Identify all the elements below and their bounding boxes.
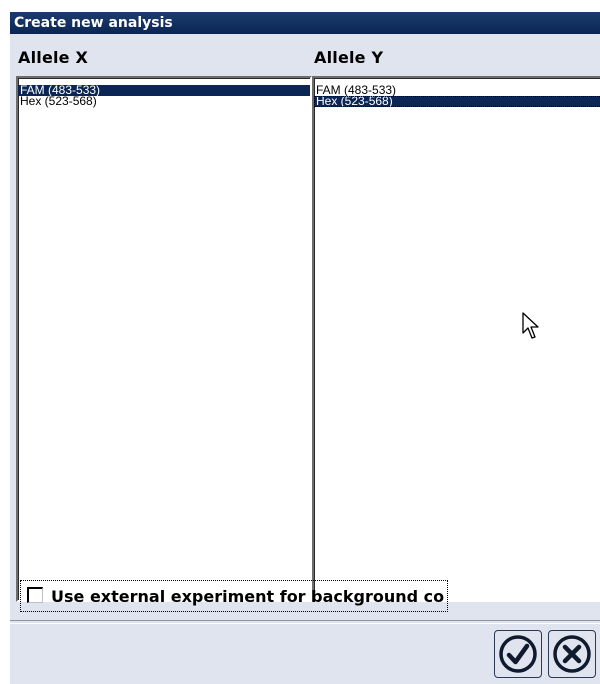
create-analysis-dialog: Allele X Allele Y FAM (483-533) Hex (523… bbox=[10, 34, 600, 684]
ok-button[interactable] bbox=[494, 630, 542, 678]
allele-x-item-hex[interactable]: Hex (523-568) bbox=[18, 95, 310, 107]
window-title-bar[interactable]: Create new analysis bbox=[10, 12, 600, 34]
allele-x-header: Allele X bbox=[18, 48, 89, 67]
external-experiment-option[interactable]: Use external experiment for background c… bbox=[20, 580, 448, 612]
allele-x-listbox[interactable]: FAM (483-533) Hex (523-568) bbox=[16, 76, 312, 602]
x-circle-icon bbox=[553, 635, 591, 673]
window-title: Create new analysis bbox=[14, 15, 173, 31]
button-separator bbox=[10, 620, 600, 624]
cancel-button[interactable] bbox=[548, 630, 596, 678]
allele-y-header: Allele Y bbox=[314, 48, 384, 67]
external-experiment-label: Use external experiment for background c… bbox=[51, 587, 445, 606]
check-circle-icon bbox=[499, 635, 537, 673]
mouse-pointer-icon bbox=[522, 312, 539, 339]
external-experiment-checkbox[interactable] bbox=[27, 587, 43, 603]
allele-y-item-hex[interactable]: Hex (523-568) bbox=[314, 95, 600, 107]
allele-y-listbox[interactable]: FAM (483-533) Hex (523-568) bbox=[312, 76, 600, 602]
